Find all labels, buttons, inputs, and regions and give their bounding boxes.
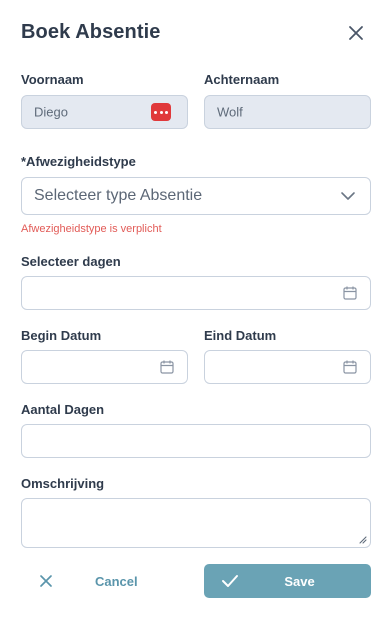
calendar-icon[interactable] — [160, 360, 174, 375]
cancel-label: Cancel — [95, 574, 138, 589]
aantal-dagen-field[interactable] — [21, 424, 371, 458]
omschrijving-textarea[interactable] — [21, 498, 371, 548]
achternaam-label: Achternaam — [204, 72, 280, 87]
resize-handle-icon[interactable] — [358, 535, 367, 544]
chevron-down-icon — [341, 192, 355, 200]
achternaam-field[interactable]: Wolf — [204, 95, 371, 129]
calendar-icon[interactable] — [343, 286, 357, 301]
afwezigheidstype-label: *Afwezigheidstype — [21, 154, 136, 169]
voornaam-label: Voornaam — [21, 72, 84, 87]
book-absence-dialog: Boek Absentie Voornaam Diego Achternaam … — [0, 0, 390, 626]
close-icon — [349, 26, 363, 40]
close-icon — [40, 575, 52, 587]
begin-datum-field[interactable] — [21, 350, 188, 384]
cancel-button[interactable]: Cancel — [21, 564, 191, 598]
eind-datum-label: Eind Datum — [204, 328, 277, 343]
begin-datum-label: Begin Datum — [21, 328, 102, 343]
save-label: Save — [284, 574, 315, 589]
dialog-title: Boek Absentie — [21, 21, 161, 43]
afwezigheidstype-select[interactable]: Selecteer type Absentie — [21, 177, 371, 215]
selecteer-dagen-field[interactable] — [21, 276, 371, 310]
voornaam-value: Diego — [34, 104, 68, 120]
voornaam-field[interactable]: Diego — [21, 95, 188, 129]
achternaam-value: Wolf — [217, 104, 243, 120]
eind-datum-field[interactable] — [204, 350, 371, 384]
calendar-icon[interactable] — [343, 360, 357, 375]
afwezigheidstype-error: Afwezigheidstype is verplicht — [21, 223, 162, 235]
afwezigheidstype-placeholder: Selecteer type Absentie — [34, 187, 203, 204]
close-button[interactable] — [345, 22, 367, 44]
selecteer-dagen-label: Selecteer dagen — [21, 254, 121, 269]
more-dots-icon[interactable] — [151, 103, 171, 121]
omschrijving-label: Omschrijving — [21, 476, 105, 491]
save-button[interactable]: Save — [204, 564, 371, 598]
aantal-dagen-label: Aantal Dagen — [21, 402, 105, 417]
